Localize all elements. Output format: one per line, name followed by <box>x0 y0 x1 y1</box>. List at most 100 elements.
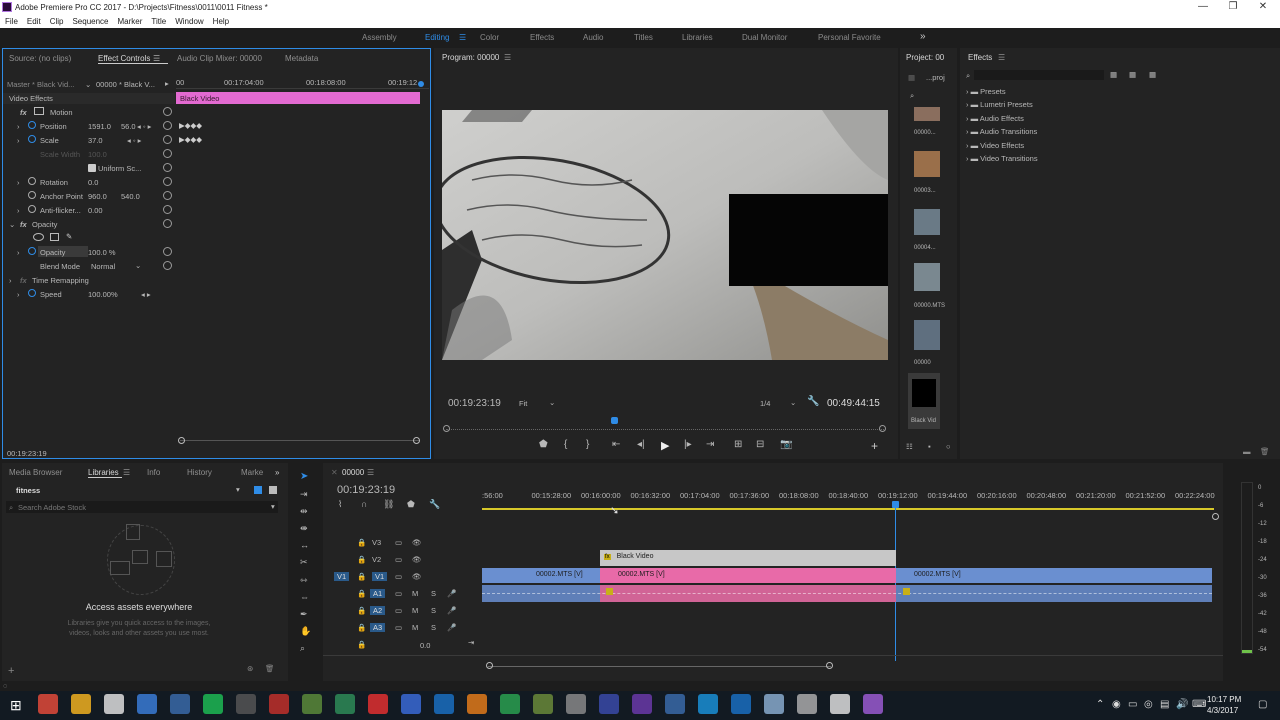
steam-icon[interactable] <box>170 694 190 714</box>
app-icon[interactable] <box>665 694 685 714</box>
sync-lock-icon[interactable]: ▭ <box>395 623 402 632</box>
keyboard-icon[interactable]: ⌨ <box>1192 699 1206 710</box>
project-tab[interactable]: Project: 00 <box>906 53 944 62</box>
stock-search-input[interactable]: ⌕ Search Adobe Stock ▾ <box>6 501 278 513</box>
expand-icon[interactable]: › <box>17 178 20 187</box>
step-back-icon[interactable]: ◂| <box>637 439 645 450</box>
project-thumb[interactable] <box>914 107 940 121</box>
keyframe-nav-icon[interactable]: ◂ ◦ ▸ <box>127 136 141 145</box>
anchor-y-value[interactable]: 540.0 <box>121 192 140 201</box>
clip-v1-c[interactable]: 00002.MTS [V] <box>896 568 1212 583</box>
list-view-icon[interactable] <box>269 486 277 494</box>
reset-icon[interactable] <box>163 135 172 144</box>
minecraft-icon[interactable] <box>302 694 322 714</box>
ellipse-mask-icon[interactable] <box>33 233 44 241</box>
fx-badge[interactable]: fx <box>20 220 27 229</box>
position-x-value[interactable]: 1591.0 <box>88 122 111 131</box>
rotation-value[interactable]: 0.0 <box>88 178 98 187</box>
tray-icon[interactable]: ◎ <box>1144 699 1153 710</box>
project-thumb[interactable] <box>914 151 940 177</box>
delete-icon[interactable]: 🗑 <box>1260 447 1270 456</box>
fx-badge[interactable]: fx <box>20 276 27 285</box>
lock-icon[interactable]: 🔒 <box>357 572 366 581</box>
slide-tool-icon[interactable]: ⇔ <box>300 592 309 602</box>
app-icon[interactable] <box>269 694 289 714</box>
eye-icon[interactable]: 👁 <box>412 555 422 564</box>
search-icon[interactable]: ⌕ <box>910 91 914 101</box>
scroll-handle[interactable] <box>486 662 493 669</box>
project-thumb[interactable] <box>914 320 940 350</box>
stopwatch-icon[interactable] <box>28 289 36 297</box>
project-thumb[interactable] <box>914 263 940 291</box>
scale-value[interactable]: 37.0 <box>88 136 103 145</box>
slip-tool-icon[interactable]: ⇿ <box>300 575 308 586</box>
track-v3-label[interactable]: V3 <box>372 538 381 547</box>
visual-studio-icon[interactable] <box>632 694 652 714</box>
eye-icon[interactable]: 👁 <box>412 572 422 581</box>
mute-icon[interactable]: M <box>412 589 418 598</box>
volume-icon[interactable]: 🔊 <box>1176 699 1188 710</box>
chevron-down-icon[interactable]: ⌄ <box>790 398 796 407</box>
delete-icon[interactable]: 🗑 <box>265 664 275 673</box>
reset-icon[interactable] <box>163 261 172 270</box>
sync-lock-icon[interactable]: ▭ <box>395 572 402 581</box>
tab-audio-clip-mixer[interactable]: Audio Clip Mixer: 00000 <box>177 54 262 63</box>
chevron-down-icon[interactable]: ▾ <box>271 502 275 511</box>
search-icon[interactable]: ⌕ <box>966 71 970 81</box>
zoom-tool-icon[interactable]: ⌕ <box>300 643 305 654</box>
reset-icon[interactable] <box>163 247 172 256</box>
button-editor-icon[interactable]: + <box>871 439 878 453</box>
expand-icon[interactable]: › <box>17 290 20 299</box>
tray-icon[interactable]: ▭ <box>1128 699 1137 710</box>
lift-icon[interactable]: ⊞ <box>734 439 742 450</box>
timeline-timecode[interactable]: 00:19:23:19 <box>337 484 395 496</box>
scroll-handle[interactable] <box>826 662 833 669</box>
fit-select[interactable]: Fit <box>519 399 527 408</box>
tab-markers[interactable]: Marke <box>241 468 263 477</box>
maximize-button[interactable]: ❐ <box>1218 1 1248 12</box>
program-tab[interactable]: Program: 00000 <box>442 53 499 62</box>
expand-icon[interactable]: ⌄ <box>9 220 15 229</box>
opacity-value[interactable]: 100.0 % <box>88 248 116 257</box>
keyframe-markers[interactable]: ▶◆◆◆ <box>179 121 202 130</box>
tray-chevron-icon[interactable]: ⌃ <box>1096 699 1104 710</box>
calculator-icon[interactable] <box>830 694 850 714</box>
folder-presets[interactable]: › ▬ Presets <box>966 87 1166 96</box>
file-explorer-icon[interactable] <box>71 694 91 714</box>
list-view-icon[interactable]: ☷ <box>906 442 913 451</box>
lock-icon[interactable]: 🔒 <box>357 555 366 564</box>
grid-view-icon[interactable] <box>254 486 262 494</box>
tab-history[interactable]: History <box>187 468 212 477</box>
ec-playhead[interactable] <box>418 81 424 87</box>
menu-file[interactable]: File <box>0 15 22 26</box>
workspace-libraries[interactable]: Libraries <box>682 33 713 42</box>
panel-menu-icon[interactable]: ☰ <box>123 468 130 477</box>
workspace-assembly[interactable]: Assembly <box>362 33 397 42</box>
pen-tool-icon[interactable]: ✒ <box>300 609 308 620</box>
messaging-icon[interactable] <box>731 694 751 714</box>
source-patch-v1[interactable]: V1 <box>334 572 350 581</box>
expand-icon[interactable]: › <box>17 248 20 257</box>
notifications-icon[interactable]: ▢ <box>1258 699 1267 710</box>
solo-icon[interactable]: S <box>431 589 436 598</box>
timeline-playhead-handle[interactable] <box>892 501 899 508</box>
workspace-overflow-icon[interactable]: » <box>920 31 926 42</box>
app-icon[interactable] <box>533 694 553 714</box>
end-icon[interactable]: ⇥ <box>468 638 474 647</box>
yuv-effects-icon[interactable]: ▦ <box>1149 70 1156 79</box>
panel-menu-icon[interactable]: ☰ <box>153 54 160 63</box>
mark-out-icon[interactable]: } <box>586 439 589 450</box>
reset-icon[interactable] <box>163 121 172 130</box>
pen-mask-icon[interactable]: ✎ <box>66 232 72 241</box>
keyframe-nav-icon[interactable]: ◂ ◦ ▸ <box>137 122 151 131</box>
sync-lock-icon[interactable]: ▭ <box>395 589 402 598</box>
keyframe-markers[interactable]: ▶◆◆◆ <box>179 135 202 144</box>
voice-over-icon[interactable]: 🎤 <box>447 589 456 598</box>
lock-icon[interactable]: 🔒 <box>357 623 366 632</box>
flash-icon[interactable] <box>368 694 388 714</box>
project-thumb[interactable] <box>914 209 940 235</box>
go-to-out-icon[interactable]: ⇥ <box>706 439 714 450</box>
workspace-editing[interactable]: Editing <box>425 33 449 42</box>
tab-source[interactable]: Source: (no clips) <box>9 54 71 63</box>
chrome-icon[interactable] <box>38 694 58 714</box>
